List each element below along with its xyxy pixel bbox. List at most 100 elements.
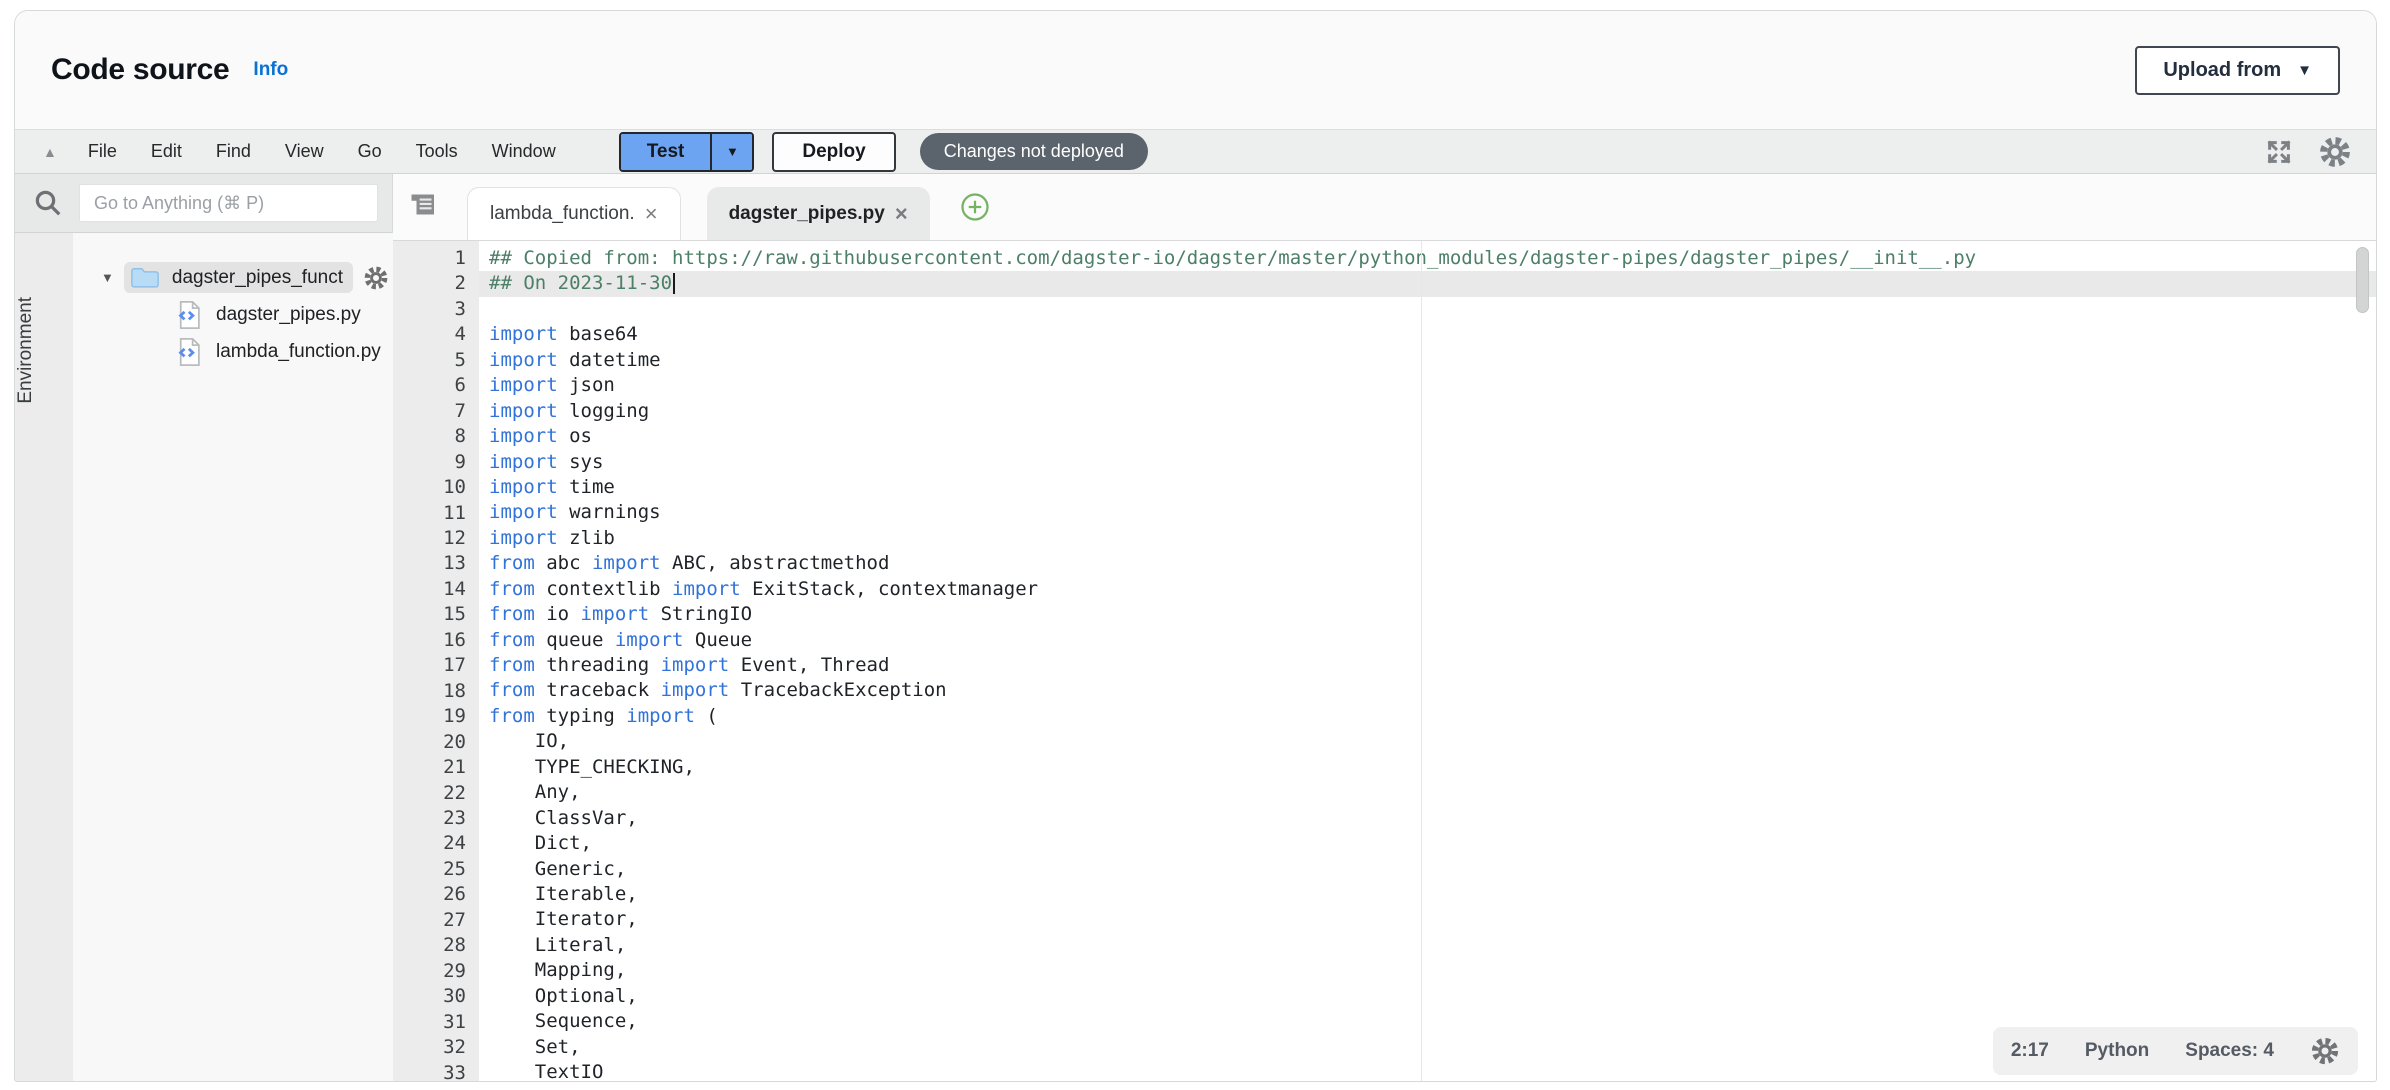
selected-folder[interactable]: dagster_pipes_funct (124, 262, 353, 293)
code-line[interactable]: import datetime (479, 348, 2376, 373)
code-line[interactable]: import logging (479, 399, 2376, 424)
line-number[interactable]: 30 (393, 984, 479, 1009)
line-number[interactable]: 15 (393, 602, 479, 627)
deploy-button[interactable]: Deploy (772, 132, 895, 172)
line-number[interactable]: 17 (393, 653, 479, 678)
test-dropdown-button[interactable]: ▼ (710, 134, 752, 170)
line-number[interactable]: 8 (393, 424, 479, 449)
fullscreen-icon[interactable] (2264, 137, 2294, 167)
vertical-scrollbar[interactable] (2356, 247, 2369, 313)
tree-folder-row[interactable]: ▼ dagster_pipes_funct (73, 259, 403, 296)
new-tab-icon[interactable] (960, 192, 990, 222)
line-number[interactable]: 12 (393, 526, 479, 551)
indentation-setting[interactable]: Spaces: 4 (2185, 1040, 2274, 1062)
line-number[interactable]: 9 (393, 450, 479, 475)
menu-edit[interactable]: Edit (134, 141, 199, 162)
code-editor[interactable]: 1234567891011121314151617181920212223242… (393, 241, 2376, 1082)
test-button[interactable]: Test (621, 134, 711, 170)
code-line[interactable]: Generic, (479, 857, 2376, 882)
cursor-position[interactable]: 2:17 (2011, 1040, 2049, 1062)
code-line[interactable]: ## Copied from: https://raw.githubuserco… (479, 246, 2376, 271)
line-number[interactable]: 3 (393, 297, 479, 322)
line-number[interactable]: 6 (393, 373, 479, 398)
line-number[interactable]: 23 (393, 806, 479, 831)
line-number[interactable]: 29 (393, 959, 479, 984)
line-number[interactable]: 22 (393, 781, 479, 806)
code-line[interactable] (479, 297, 2376, 322)
line-number[interactable]: 19 (393, 704, 479, 729)
code-lines[interactable]: ## Copied from: https://raw.githubuserco… (479, 241, 2376, 1082)
code-line[interactable]: from contextlib import ExitStack, contex… (479, 577, 2376, 602)
code-line[interactable]: Iterable, (479, 882, 2376, 907)
code-line[interactable]: Mapping, (479, 958, 2376, 983)
close-icon[interactable]: × (895, 203, 908, 225)
tree-file-dagster-pipes[interactable]: dagster_pipes.py (73, 296, 403, 333)
code-line[interactable]: from threading import Event, Thread (479, 653, 2376, 678)
collapse-panel-icon[interactable]: ▲ (43, 144, 57, 160)
line-number[interactable]: 20 (393, 730, 479, 755)
line-number[interactable]: 16 (393, 628, 479, 653)
tree-file-lambda-function[interactable]: lambda_function.py (73, 333, 403, 370)
language-mode[interactable]: Python (2085, 1040, 2149, 1062)
code-line[interactable]: import warnings (479, 500, 2376, 525)
code-line[interactable]: from traceback import TracebackException (479, 678, 2376, 703)
line-number[interactable]: 28 (393, 933, 479, 958)
line-number[interactable]: 4 (393, 322, 479, 347)
close-icon[interactable]: × (645, 203, 658, 225)
code-line[interactable]: import sys (479, 450, 2376, 475)
menu-tools[interactable]: Tools (399, 141, 475, 162)
code-line[interactable]: from abc import ABC, abstractmethod (479, 551, 2376, 576)
line-number[interactable]: 10 (393, 475, 479, 500)
line-number[interactable]: 14 (393, 577, 479, 602)
code-line[interactable]: import json (479, 373, 2376, 398)
line-number[interactable]: 5 (393, 348, 479, 373)
code-line[interactable]: from typing import ( (479, 704, 2376, 729)
line-number[interactable]: 31 (393, 1010, 479, 1035)
tab-list-icon[interactable] (409, 192, 439, 222)
code-line[interactable]: ClassVar, (479, 806, 2376, 831)
code-line[interactable]: from queue import Queue (479, 628, 2376, 653)
line-number[interactable]: 2 (393, 271, 479, 296)
code-line[interactable]: IO, (479, 729, 2376, 754)
code-line[interactable]: import base64 (479, 322, 2376, 347)
info-link[interactable]: Info (253, 59, 288, 81)
editor-settings-gear-icon[interactable] (2310, 1036, 2340, 1066)
line-number[interactable]: 33 (393, 1061, 479, 1083)
code-line[interactable]: ## On 2023-11-30 (479, 271, 2376, 296)
code-line[interactable]: import zlib (479, 526, 2376, 551)
code-line[interactable]: import time (479, 475, 2376, 500)
tab-lambda-function[interactable]: lambda_function. × (467, 187, 681, 240)
environment-tab[interactable]: Environment (15, 297, 73, 404)
line-number[interactable]: 26 (393, 882, 479, 907)
code-line[interactable]: Literal, (479, 933, 2376, 958)
code-line[interactable]: from io import StringIO (479, 602, 2376, 627)
code-line[interactable]: Iterator, (479, 907, 2376, 932)
menu-file[interactable]: File (71, 141, 134, 162)
menu-view[interactable]: View (268, 141, 341, 162)
line-number[interactable]: 18 (393, 679, 479, 704)
folder-expand-icon[interactable]: ▼ (101, 270, 114, 285)
line-number[interactable]: 1 (393, 246, 479, 271)
settings-gear-icon[interactable] (2318, 135, 2352, 169)
line-number[interactable]: 21 (393, 755, 479, 780)
line-number[interactable]: 13 (393, 551, 479, 576)
panel-header: Code source Info Upload from ▼ (15, 11, 2376, 129)
line-number[interactable]: 11 (393, 501, 479, 526)
line-number[interactable]: 32 (393, 1035, 479, 1060)
line-number[interactable]: 25 (393, 857, 479, 882)
code-line[interactable]: Dict, (479, 831, 2376, 856)
code-line[interactable]: Any, (479, 780, 2376, 805)
upload-from-button[interactable]: Upload from ▼ (2135, 46, 2340, 95)
tab-dagster-pipes[interactable]: dagster_pipes.py × (707, 187, 930, 240)
line-number[interactable]: 7 (393, 399, 479, 424)
code-line[interactable]: import os (479, 424, 2376, 449)
menu-go[interactable]: Go (341, 141, 399, 162)
goto-anything-input[interactable] (79, 184, 378, 222)
code-line[interactable]: TYPE_CHECKING, (479, 755, 2376, 780)
test-split-button: Test ▼ (619, 132, 755, 172)
menu-window[interactable]: Window (475, 141, 573, 162)
menu-find[interactable]: Find (199, 141, 268, 162)
code-line[interactable]: Optional, (479, 984, 2376, 1009)
line-number[interactable]: 24 (393, 831, 479, 856)
line-number[interactable]: 27 (393, 908, 479, 933)
